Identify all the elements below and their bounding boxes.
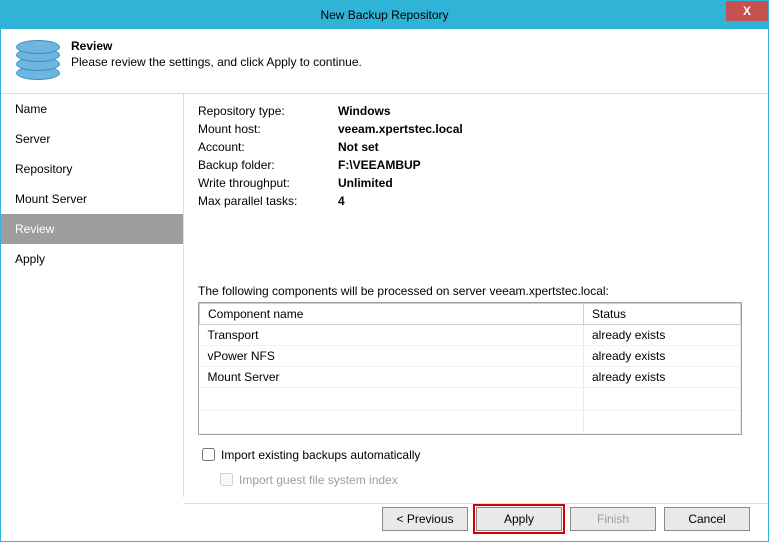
summary-label: Max parallel tasks:: [198, 194, 338, 208]
table-row: [200, 411, 741, 434]
cell-status: already exists: [584, 325, 741, 346]
nav-item-name[interactable]: Name: [1, 94, 183, 124]
page-subtitle: Please review the settings, and click Ap…: [71, 55, 362, 69]
nav-item-mount-server[interactable]: Mount Server: [1, 184, 183, 214]
main-panel: Repository type:Windows Mount host:veeam…: [184, 94, 768, 497]
nav-item-apply[interactable]: Apply: [1, 244, 183, 274]
previous-button[interactable]: < Previous: [382, 507, 468, 531]
cell-name: vPower NFS: [200, 346, 584, 367]
wizard-footer: < Previous Apply Finish Cancel: [1, 497, 768, 541]
cell-name: Mount Server: [200, 367, 584, 388]
finish-button: Finish: [570, 507, 656, 531]
summary-label: Write throughput:: [198, 176, 338, 190]
cell-status: already exists: [584, 367, 741, 388]
summary-value: veeam.xpertstec.local: [338, 122, 463, 136]
components-table: Component name Status Transportalready e…: [198, 302, 742, 435]
dialog-window: New Backup Repository X Review Please re…: [0, 0, 769, 542]
cell-name: Transport: [200, 325, 584, 346]
summary-value: Unlimited: [338, 176, 393, 190]
components-intro: The following components will be process…: [198, 284, 742, 298]
cell-status: already exists: [584, 346, 741, 367]
page-title: Review: [71, 39, 362, 53]
table-row: Transportalready exists: [200, 325, 741, 346]
titlebar: New Backup Repository X: [1, 1, 768, 29]
nav-item-server[interactable]: Server: [1, 124, 183, 154]
col-status[interactable]: Status: [584, 304, 741, 325]
wizard-nav: Name Server Repository Mount Server Revi…: [1, 94, 184, 497]
summary-label: Backup folder:: [198, 158, 338, 172]
table-row: vPower NFSalready exists: [200, 346, 741, 367]
import-backups-label: Import existing backups automatically: [221, 448, 420, 462]
nav-item-repository[interactable]: Repository: [1, 154, 183, 184]
summary-value: 4: [338, 194, 345, 208]
summary-value: F:\VEEAMBUP: [338, 158, 421, 172]
import-index-label: Import guest file system index: [239, 473, 398, 487]
close-button[interactable]: X: [726, 1, 768, 21]
import-backups-option[interactable]: Import existing backups automatically: [198, 445, 742, 464]
nav-item-review[interactable]: Review: [1, 214, 183, 244]
summary-label: Account:: [198, 140, 338, 154]
import-index-option: Import guest file system index: [216, 470, 742, 489]
repository-icon: [13, 37, 61, 85]
table-row: [200, 388, 741, 411]
summary-value: Windows: [338, 104, 391, 118]
summary-label: Mount host:: [198, 122, 338, 136]
table-row: Mount Serveralready exists: [200, 367, 741, 388]
apply-button[interactable]: Apply: [476, 507, 562, 531]
summary-label: Repository type:: [198, 104, 338, 118]
wizard-header: Review Please review the settings, and c…: [1, 29, 768, 94]
close-icon: X: [743, 4, 751, 18]
import-backups-checkbox[interactable]: [202, 448, 215, 461]
cancel-button[interactable]: Cancel: [664, 507, 750, 531]
summary-value: Not set: [338, 140, 379, 154]
import-index-checkbox: [220, 473, 233, 486]
window-title: New Backup Repository: [320, 8, 448, 22]
col-component-name[interactable]: Component name: [200, 304, 584, 325]
